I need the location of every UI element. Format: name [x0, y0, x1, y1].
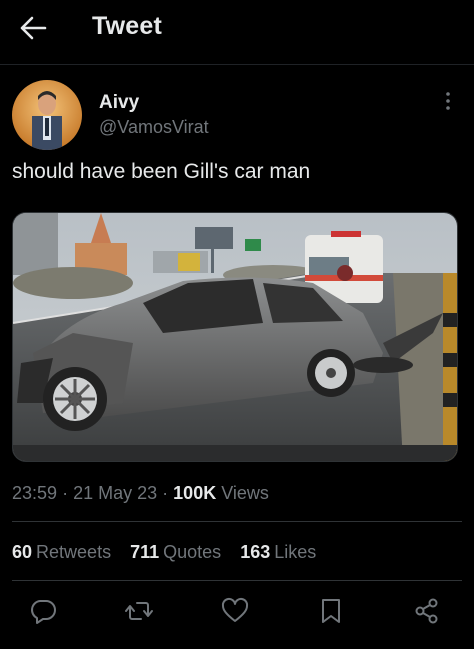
bookmark-icon[interactable] — [316, 596, 346, 626]
quotes-label: Quotes — [163, 542, 222, 562]
author-name[interactable]: Aivy — [99, 92, 139, 114]
tweet-text: should have been Gill's car man — [12, 160, 311, 183]
more-options-icon[interactable] — [438, 90, 458, 112]
tweet-photo[interactable] — [12, 212, 458, 462]
meta-separator: · — [62, 483, 69, 503]
views-label: Views — [221, 483, 269, 503]
divider — [12, 580, 462, 581]
page-title: Tweet — [92, 12, 162, 40]
avatar[interactable] — [12, 80, 82, 150]
header-divider — [0, 64, 474, 65]
views-count: 100K — [173, 483, 217, 503]
reply-icon[interactable] — [28, 596, 58, 626]
likes-label: Likes — [274, 542, 317, 562]
likes-stat[interactable]: 163 Likes — [240, 542, 316, 563]
engagement-stats: 60 Retweets 711 Quotes 163 Likes — [12, 542, 330, 563]
retweets-stat[interactable]: 60 Retweets — [12, 542, 111, 563]
burned-car-photo — [13, 213, 457, 461]
tweet-metadata: 23:59 · 21 May 23 · 100K Views — [12, 483, 269, 504]
author-handle[interactable]: @VamosVirat — [99, 117, 209, 138]
retweets-label: Retweets — [36, 542, 112, 562]
divider — [12, 521, 462, 522]
top-bar: Tweet — [0, 0, 474, 62]
tweet-time: 23:59 — [12, 483, 58, 503]
arrow-left-icon[interactable] — [18, 14, 48, 42]
action-bar — [0, 596, 474, 630]
avatar-image — [12, 80, 82, 150]
likes-count: 163 — [240, 542, 271, 562]
quotes-stat[interactable]: 711 Quotes — [130, 542, 221, 563]
share-icon[interactable] — [412, 596, 442, 626]
retweet-icon[interactable] — [124, 596, 154, 626]
tweet-date: 21 May 23 — [73, 483, 158, 503]
meta-separator: · — [162, 483, 169, 503]
like-icon[interactable] — [220, 596, 250, 626]
quotes-count: 711 — [130, 542, 160, 562]
retweets-count: 60 — [12, 542, 33, 562]
